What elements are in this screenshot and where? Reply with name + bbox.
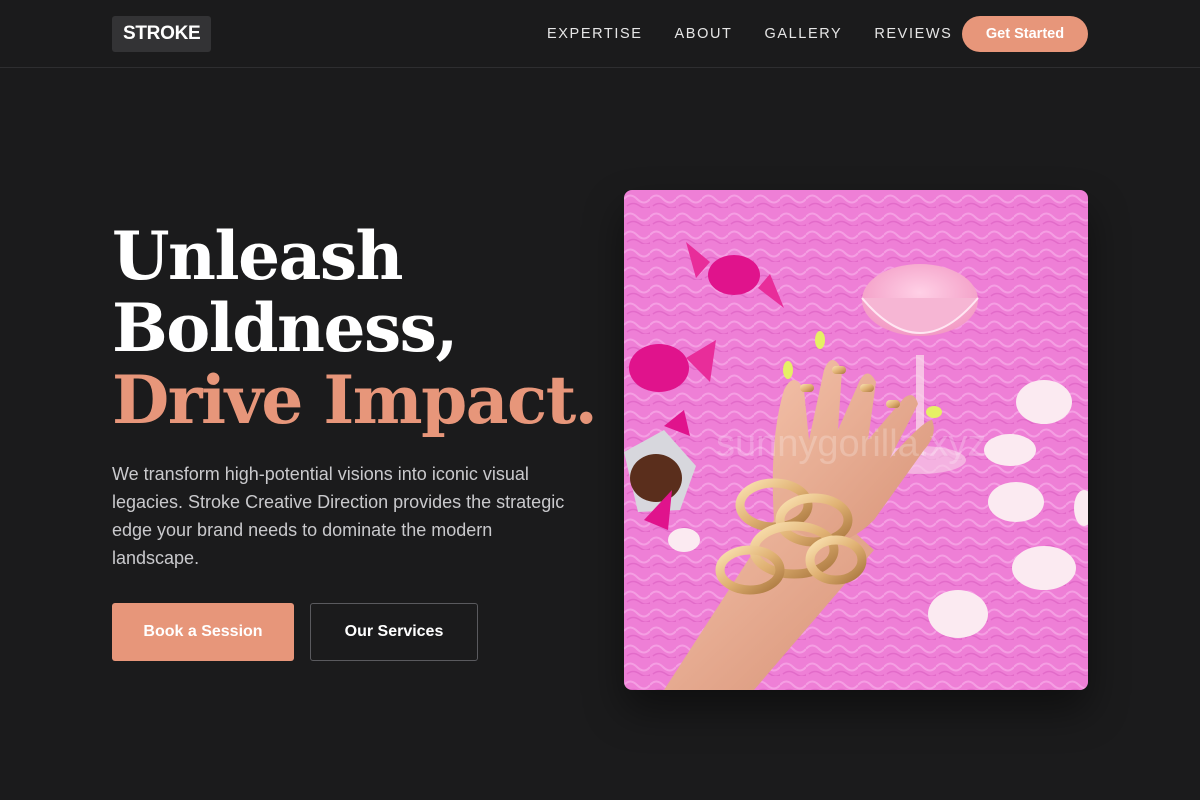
hero-image: sunnygorilla.xyz [624, 190, 1088, 690]
headline-line-1: Unleash [112, 217, 404, 295]
nav-link-expertise[interactable]: EXPERTISE [547, 26, 643, 42]
nav-link-about[interactable]: ABOUT [675, 26, 733, 42]
hero-headline: Unleash Boldness, Drive Impact. [112, 217, 598, 439]
headline-accent: Drive Impact. [112, 361, 598, 439]
hero-photo-illustration: sunnygorilla.xyz [624, 190, 1088, 690]
nav-link-gallery[interactable]: GALLERY [764, 26, 842, 42]
our-services-button[interactable]: Our Services [310, 603, 478, 661]
hero-description: We transform high-potential visions into… [112, 464, 565, 568]
top-navbar: STROKE EXPERTISE ABOUT GALLERY REVIEWS G… [0, 0, 1200, 68]
book-session-button[interactable]: Book a Session [112, 603, 294, 661]
nav-links: EXPERTISE ABOUT GALLERY REVIEWS [547, 0, 952, 68]
headline-line-2: Boldness, [112, 289, 458, 367]
image-watermark: sunnygorilla.xyz [716, 423, 986, 465]
brand-logo[interactable]: STROKE [112, 16, 212, 52]
nav-link-reviews[interactable]: REVIEWS [874, 26, 952, 42]
get-started-button[interactable]: Get Started [962, 16, 1088, 52]
